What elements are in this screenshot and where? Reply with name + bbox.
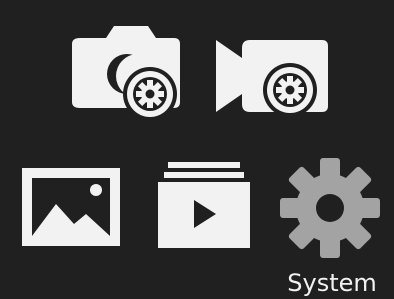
image-gallery-icon[interactable] xyxy=(18,164,124,250)
camera-settings-icon[interactable] xyxy=(66,24,188,119)
menu-screen: System xyxy=(0,0,394,299)
selected-menu-label: System xyxy=(287,269,377,297)
playback-icon[interactable] xyxy=(154,160,254,250)
gear-icon[interactable] xyxy=(278,156,382,260)
video-settings-icon[interactable] xyxy=(214,26,330,120)
